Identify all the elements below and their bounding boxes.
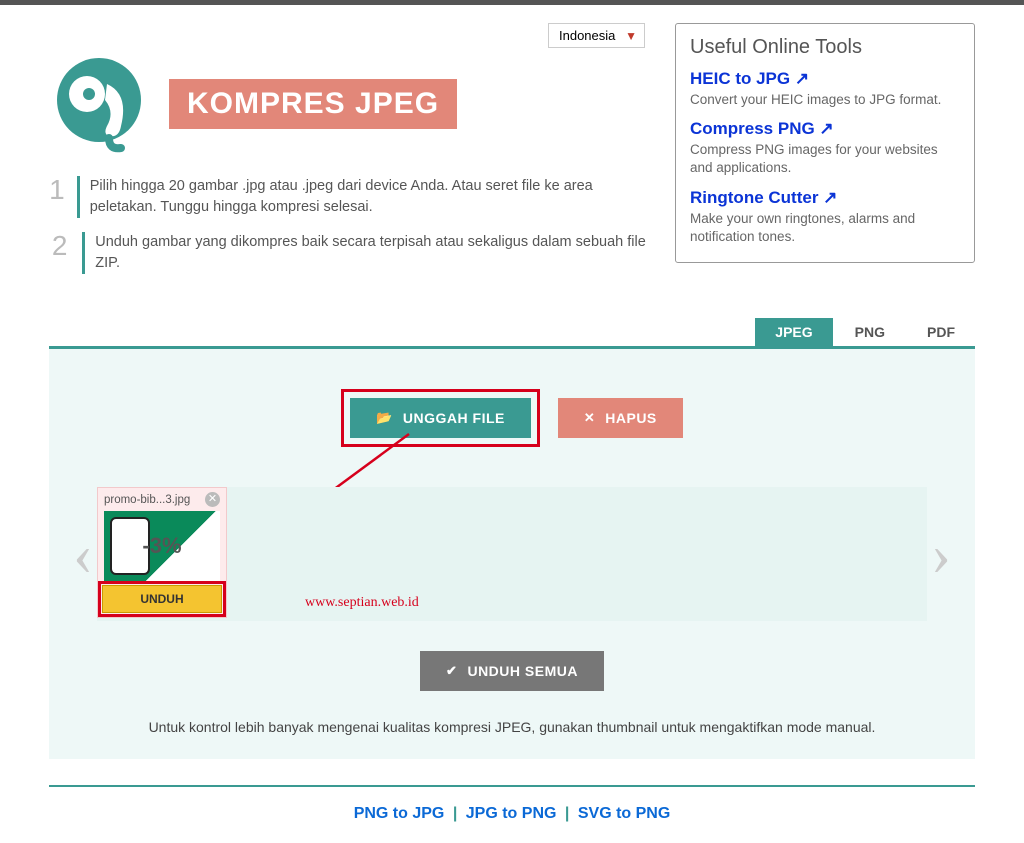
- tool-item: HEIC to JPG ↗ Convert your HEIC images t…: [690, 69, 960, 109]
- elephant-logo-icon: [49, 54, 149, 154]
- header-row: Indonesia ▼ KOMPRES JPEG 1 Pil: [49, 23, 975, 288]
- tool-link-heic[interactable]: HEIC to JPG ↗: [690, 69, 809, 88]
- tool-link-compresspng[interactable]: Compress PNG ↗: [690, 119, 834, 138]
- download-all-button[interactable]: ✔ UNDUH SEMUA: [420, 651, 604, 691]
- carousel-prev-button[interactable]: [69, 520, 97, 589]
- window-top-border: [0, 0, 1024, 5]
- upload-button[interactable]: 📂 UNGGAH FILE: [350, 398, 531, 438]
- tool-desc: Convert your HEIC images to JPG format.: [690, 91, 960, 109]
- clear-button[interactable]: ✕ HAPUS: [558, 398, 683, 438]
- language-wrap: Indonesia ▼: [49, 23, 655, 48]
- step-2: 2 Unduh gambar yang dikompres baik secar…: [49, 232, 655, 274]
- manual-mode-note: Untuk kontrol lebih banyak mengenai kual…: [69, 719, 955, 735]
- upload-label: UNGGAH FILE: [403, 410, 505, 426]
- tab-pdf[interactable]: PDF: [907, 318, 975, 346]
- step-number: 1: [49, 176, 65, 218]
- tool-item: Compress PNG ↗ Compress PNG images for y…: [690, 119, 960, 177]
- separator: |: [565, 805, 569, 822]
- watermark-text: www.septian.web.id: [305, 595, 419, 611]
- annotation-highlight-download: UNDUH: [98, 581, 226, 617]
- tools-sidebar: Useful Online Tools HEIC to JPG ↗ Conver…: [675, 23, 975, 263]
- folder-open-icon: 📂: [376, 410, 393, 426]
- tools-box: Useful Online Tools HEIC to JPG ↗ Conver…: [675, 23, 975, 263]
- page-container: Indonesia ▼ KOMPRES JPEG 1 Pil: [39, 23, 985, 843]
- step-number: 2: [49, 232, 70, 274]
- check-icon: ✔: [446, 663, 457, 679]
- file-card[interactable]: promo-bib...3.jpg ✕ -3% UNDUH: [97, 487, 227, 618]
- language-select[interactable]: Indonesia: [548, 23, 645, 48]
- tool-desc: Make your own ringtones, alarms and noti…: [690, 210, 960, 246]
- compression-percent: -3%: [140, 533, 183, 559]
- footer-link-jpg2png[interactable]: JPG to PNG: [466, 805, 557, 822]
- tab-png[interactable]: PNG: [835, 318, 905, 346]
- step-text: Unduh gambar yang dikompres baik secara …: [82, 232, 655, 274]
- header-left: Indonesia ▼ KOMPRES JPEG 1 Pil: [49, 23, 655, 288]
- file-card-header: promo-bib...3.jpg ✕: [98, 488, 226, 511]
- remove-file-button[interactable]: ✕: [205, 492, 220, 507]
- step-text: Pilih hingga 20 gambar .jpg atau .jpeg d…: [77, 176, 655, 218]
- step-1: 1 Pilih hingga 20 gambar .jpg atau .jpeg…: [49, 176, 655, 218]
- close-icon: ✕: [584, 410, 595, 426]
- format-tabs: JPEG PNG PDF: [49, 318, 975, 346]
- download-all-label: UNDUH SEMUA: [467, 663, 578, 679]
- logo-title: KOMPRES JPEG: [49, 54, 655, 154]
- tools-title: Useful Online Tools: [690, 36, 960, 59]
- separator: |: [453, 805, 457, 822]
- annotation-highlight-upload: 📂 UNGGAH FILE: [341, 389, 540, 447]
- file-thumbnail[interactable]: -3%: [104, 511, 220, 581]
- tool-link-ringtone[interactable]: Ringtone Cutter ↗: [690, 188, 837, 207]
- tab-jpeg[interactable]: JPEG: [755, 318, 832, 346]
- page-title: KOMPRES JPEG: [169, 79, 457, 129]
- tool-desc: Compress PNG images for your websites an…: [690, 141, 960, 177]
- file-carousel: promo-bib...3.jpg ✕ -3% UNDUH: [69, 487, 955, 621]
- footer-link-png2jpg[interactable]: PNG to JPG: [354, 805, 445, 822]
- download-all-row: ✔ UNDUH SEMUA: [69, 651, 955, 691]
- action-row: 📂 UNGGAH FILE ✕ HAPUS: [69, 389, 955, 447]
- file-name: promo-bib...3.jpg: [104, 494, 190, 506]
- footer-links: PNG to JPG | JPG to PNG | SVG to PNG: [49, 805, 975, 843]
- steps-list: 1 Pilih hingga 20 gambar .jpg atau .jpeg…: [49, 176, 655, 274]
- carousel-next-button[interactable]: [927, 520, 955, 589]
- file-strip[interactable]: promo-bib...3.jpg ✕ -3% UNDUH: [97, 487, 927, 621]
- tool-item: Ringtone Cutter ↗ Make your own ringtone…: [690, 188, 960, 246]
- work-area: 📂 UNGGAH FILE ✕ HAPUS promo-bib...3.jpg …: [49, 346, 975, 759]
- footer-link-svg2png[interactable]: SVG to PNG: [578, 805, 670, 822]
- download-file-button[interactable]: UNDUH: [102, 585, 222, 613]
- clear-label: HAPUS: [605, 410, 657, 426]
- divider: [49, 785, 975, 787]
